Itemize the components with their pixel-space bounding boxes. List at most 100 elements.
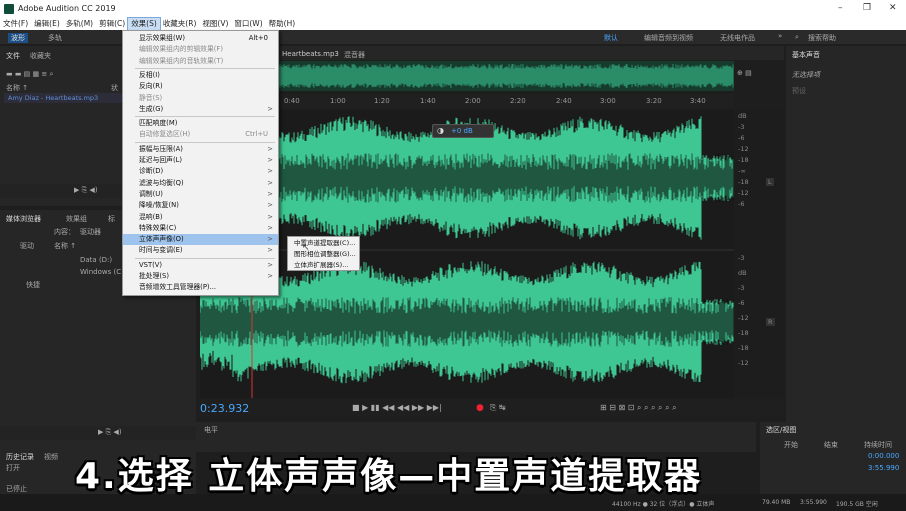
effects-menu-item[interactable]: 反相(I): [123, 70, 278, 81]
column-status[interactable]: 状: [111, 83, 118, 93]
db-tick: -3: [738, 284, 745, 292]
overview-wave: [278, 64, 734, 88]
file-row[interactable]: Amy Diaz - Heartbeats.mp3: [4, 93, 122, 103]
db-tick: -∞: [738, 167, 746, 175]
tab-history[interactable]: 历史记录: [6, 452, 34, 462]
effects-menu-item[interactable]: 混响(B) >: [123, 212, 278, 223]
hud-db-value[interactable]: +0 dB: [451, 127, 473, 135]
history-item-open[interactable]: 打开: [6, 463, 20, 473]
menu-item-label: 反向(R): [139, 82, 163, 91]
menu-edit[interactable]: 编辑(E): [31, 18, 63, 30]
effects-menu-item[interactable]: VST(V) >: [123, 260, 278, 271]
effects-menu-item[interactable]: 立体声声像(O) >: [123, 234, 278, 246]
channel-right[interactable]: R: [766, 318, 775, 326]
ruler-tick: 3:00: [600, 97, 616, 105]
column-name[interactable]: 名称 ↑: [6, 83, 28, 93]
menu-effects[interactable]: 效果(S): [127, 17, 161, 31]
effects-menu-item[interactable]: 调制(U) >: [123, 189, 278, 200]
search-icon[interactable]: ⌕: [795, 33, 799, 42]
effects-menu-item[interactable]: 生成(G) >: [123, 104, 278, 115]
tab-markers[interactable]: 标: [108, 214, 115, 224]
submenu-arrow-icon: >: [267, 223, 273, 232]
loop-skip-icons[interactable]: ⎘ ↹: [490, 403, 506, 413]
preview-controls[interactable]: ▶ ⎘ ◀): [74, 186, 98, 195]
menu-item-label: 编辑效果组内的音轨效果(T): [139, 56, 224, 65]
submenu-arrow-icon: >: [267, 235, 273, 244]
content-drive[interactable]: 驱动器: [80, 227, 101, 237]
status-free-space: 190.5 GB 空闲: [836, 501, 878, 508]
menu-item-label: 音频增效工具管理器(P)...: [139, 283, 217, 292]
menu-multitrack[interactable]: 多轨(M): [63, 18, 96, 30]
effects-menu-item[interactable]: 振幅与压限(A) >: [123, 144, 278, 155]
shortcut-label[interactable]: 快捷: [26, 280, 40, 290]
transport-buttons[interactable]: ■ ▶ ▮▮ ◀◀ ◀◀ ▶▶ ▶▶|: [352, 403, 442, 412]
menu-window[interactable]: 窗口(W): [231, 18, 265, 30]
menu-clip[interactable]: 剪辑(C): [96, 18, 128, 30]
effects-menu-item[interactable]: 匹配响度(M): [123, 118, 278, 129]
db-tick: -12: [738, 314, 749, 322]
menu-separator: [135, 257, 275, 259]
tab-files[interactable]: 文件: [6, 51, 20, 61]
tab-mixer[interactable]: 混音器: [344, 50, 365, 60]
tab-effects-rack[interactable]: 效果组: [66, 214, 87, 224]
help-search-input[interactable]: 搜索帮助: [808, 33, 836, 43]
record-button[interactable]: ●: [476, 403, 484, 413]
effects-menu-item[interactable]: 诊断(D) >: [123, 166, 278, 177]
current-timecode[interactable]: 0:23.932: [200, 402, 249, 415]
channel-left[interactable]: L: [766, 178, 774, 186]
effects-menu-item[interactable]: 延迟与回声(L) >: [123, 155, 278, 166]
menu-item-label: 自动修复选区(H): [139, 130, 191, 139]
minimize-button[interactable]: –: [838, 3, 843, 13]
close-button[interactable]: ✕: [889, 3, 897, 13]
stereo-imagery-submenu: 中置声道提取器(C)... 图形相位调整器(G)... 立体声扩展器(S)...: [287, 236, 360, 271]
hud-volume[interactable]: ◑ +0 dB: [432, 124, 494, 138]
menu-view[interactable]: 视图(V): [199, 18, 231, 30]
waveform-overview[interactable]: [278, 61, 734, 91]
drive-c[interactable]: Windows (C:): [80, 268, 126, 276]
graphic-phase-shifter-item[interactable]: 图形相位调整器(G)...: [288, 249, 359, 260]
menu-item-label: 降噪/恢复(N): [139, 201, 179, 210]
menu-file[interactable]: 文件(F): [0, 18, 31, 30]
ruler-tick: 1:00: [330, 97, 346, 105]
column-name-2[interactable]: 名称 ↑: [54, 241, 76, 251]
media-preview-controls[interactable]: ▶ ⎘ ◀): [98, 428, 122, 437]
time-ruler[interactable]: 0:40 1:00 1:20 1:40 2:00 2:20 2:40 3:00 …: [200, 94, 734, 108]
tab-editor-file[interactable]: Heartbeats.mp3: [282, 50, 339, 58]
effects-menu-item[interactable]: 滤波与均衡(Q) >: [123, 178, 278, 189]
tab-favorites[interactable]: 收藏夹: [30, 51, 51, 61]
effects-menu-item[interactable]: 时间与变调(E) >: [123, 245, 278, 256]
menu-help[interactable]: 帮助(H): [266, 18, 299, 30]
file-toolbar-icons[interactable]: ▬ ▬ ▤ ▦ ≡ ⌕: [6, 70, 53, 79]
db-tick: -18: [738, 329, 749, 337]
menu-favorites[interactable]: 收藏夹(R): [160, 18, 200, 30]
effects-menu-item[interactable]: 降噪/恢复(N) >: [123, 200, 278, 211]
more-workspaces-button[interactable]: »: [778, 32, 782, 40]
drive-tree-label[interactable]: 驱动: [20, 241, 34, 251]
overview-icons[interactable]: ⊕ ▤: [737, 68, 767, 82]
ruler-tick: 1:20: [374, 97, 390, 105]
waveform-mode-button[interactable]: 波形: [8, 33, 28, 43]
effects-menu-item[interactable]: 批处理(S) >: [123, 271, 278, 282]
menu-separator: [135, 67, 275, 69]
multitrack-mode-button[interactable]: 多轨: [48, 33, 62, 43]
mouse-cursor-icon: ↖: [302, 243, 310, 253]
menu-item-label: 滤波与均衡(Q): [139, 178, 184, 187]
effects-menu-item[interactable]: 音频增效工具管理器(P)...: [123, 282, 278, 293]
drive-d[interactable]: Data (D:): [80, 256, 112, 264]
volume-knob-icon[interactable]: ◑: [437, 126, 444, 135]
menu-item-label: 编辑效果组内的剪辑效果(F): [139, 45, 223, 54]
workspace-radio[interactable]: 无线电作品: [720, 33, 755, 43]
center-channel-extractor-item[interactable]: 中置声道提取器(C)...: [288, 238, 359, 249]
effects-menu-item[interactable]: 显示效果组(W) Alt+0: [123, 33, 278, 44]
ruler-tick: 3:40: [690, 97, 706, 105]
effects-menu-item[interactable]: 特殊效果(C) >: [123, 223, 278, 234]
tab-video[interactable]: 视频: [44, 452, 58, 462]
workspace-default[interactable]: 默认: [604, 33, 618, 43]
stereo-expander-item[interactable]: 立体声扩展器(S)...: [288, 260, 359, 271]
zoom-buttons[interactable]: ⊞ ⊟ ⊠ ⊡ ⌕ ⌕ ⌕ ⌕ ⌕ ⌕: [600, 403, 677, 413]
tab-media-browser[interactable]: 媒体浏览器: [6, 214, 41, 224]
effects-menu-item[interactable]: 反向(R): [123, 81, 278, 92]
waveform-editor[interactable]: ◑ +0 dB: [200, 110, 734, 398]
maximize-button[interactable]: ❐: [863, 3, 871, 13]
workspace-edit-video[interactable]: 编辑音频到视频: [644, 33, 693, 43]
